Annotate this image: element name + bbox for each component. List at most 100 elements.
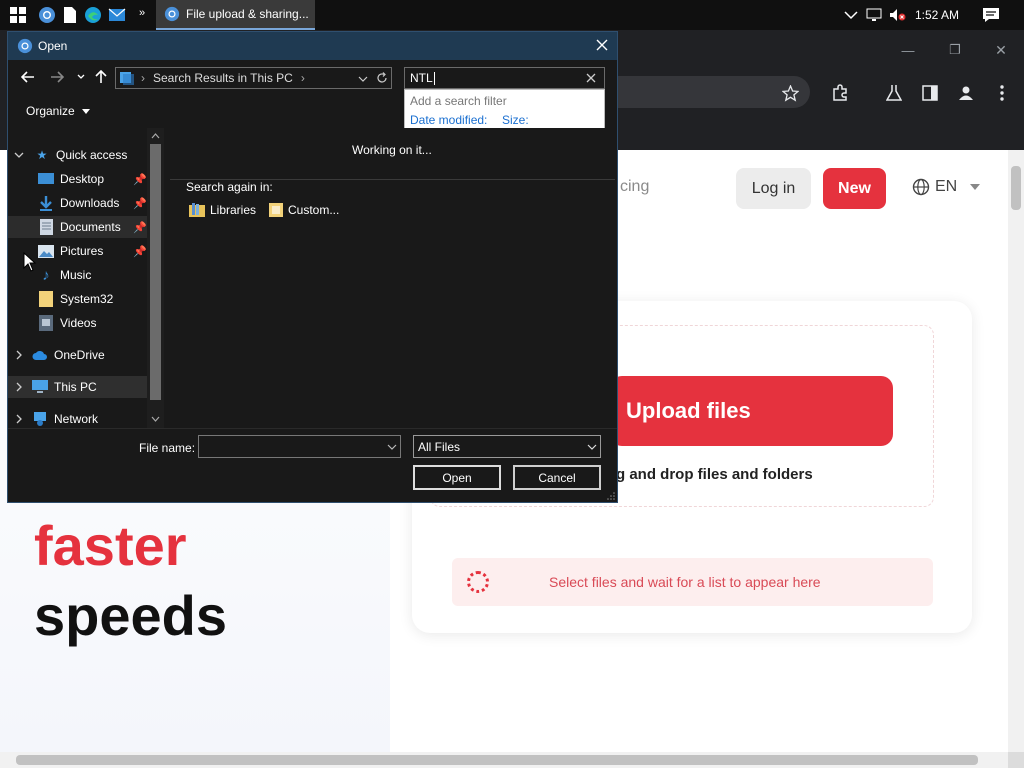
notification-icon[interactable] xyxy=(981,5,1001,25)
clock-time[interactable]: 1:52 AM xyxy=(915,8,959,22)
file-name-input[interactable] xyxy=(198,435,401,458)
search-filter-title: Add a search filter xyxy=(410,94,507,108)
forward-arrow-icon[interactable] xyxy=(48,68,66,86)
scroll-down-icon[interactable] xyxy=(151,416,160,422)
scroll-up-icon[interactable] xyxy=(151,133,160,139)
globe-icon xyxy=(912,178,930,196)
page-horizontal-scroll-thumb[interactable] xyxy=(16,755,978,765)
chevron-down-icon[interactable] xyxy=(387,444,397,450)
edge-icon[interactable] xyxy=(83,5,103,25)
chevron-down-icon xyxy=(970,184,981,190)
mail-icon[interactable] xyxy=(107,5,127,25)
address-box[interactable]: › Search Results in This PC › xyxy=(115,67,392,89)
organize-menu[interactable]: Organize xyxy=(26,104,91,118)
organize-label: Organize xyxy=(26,104,75,118)
pin-icon: 📌 xyxy=(133,245,147,258)
open-button[interactable]: Open xyxy=(413,465,501,490)
maximize-icon[interactable]: ❐ xyxy=(945,40,965,60)
overflow-chevrons-icon[interactable]: » xyxy=(132,3,152,23)
clear-search-icon[interactable] xyxy=(586,73,596,83)
cancel-button[interactable]: Cancel xyxy=(513,465,601,490)
extensions-icon[interactable] xyxy=(830,83,850,103)
pin-icon: 📌 xyxy=(133,173,147,186)
dialog-title: Open xyxy=(38,39,68,53)
login-button[interactable]: Log in xyxy=(736,168,811,209)
file-type-value: All Files xyxy=(418,439,461,454)
custom-label: Custom... xyxy=(288,203,340,217)
recent-chevron-down-icon[interactable] xyxy=(72,68,90,86)
filter-size[interactable]: Size: xyxy=(502,113,529,127)
search-filter-dropdown: Add a search filter Date modified: Size: xyxy=(404,89,605,133)
expand-chevron-icon[interactable] xyxy=(15,350,23,360)
file-icon[interactable] xyxy=(60,5,80,25)
chevron-up-icon[interactable] xyxy=(841,5,861,25)
libraries-label: Libraries xyxy=(210,203,257,217)
menu-dots-icon[interactable] xyxy=(992,83,1012,103)
minimize-icon[interactable]: — xyxy=(898,40,918,60)
profile-icon[interactable] xyxy=(956,83,976,103)
navigation-pane-scroll-thumb[interactable] xyxy=(150,144,161,400)
sidebar-item-videos[interactable]: Videos xyxy=(8,312,147,334)
sidebar-item-label: Documents xyxy=(60,220,121,234)
sidebar-item-this-pc[interactable]: This PC xyxy=(8,376,147,398)
sidebar-item-label: Pictures xyxy=(60,244,104,258)
sidebar-item-label: System32 xyxy=(60,292,114,306)
resize-grip-icon[interactable] xyxy=(607,492,615,500)
pin-icon: 📌 xyxy=(133,197,147,210)
windows-start-icon[interactable] xyxy=(8,5,28,25)
volume-muted-icon[interactable] xyxy=(888,5,908,25)
sidebar-item-onedrive[interactable]: OneDrive xyxy=(8,344,147,366)
new-button[interactable]: New xyxy=(823,168,886,209)
side-panel-icon[interactable] xyxy=(920,83,940,103)
text-caret xyxy=(433,71,435,85)
cloud-icon xyxy=(32,347,48,363)
computer-icon xyxy=(32,379,48,395)
sidebar-item-quick-access[interactable]: ★ Quick access xyxy=(8,144,147,166)
chrome-icon[interactable] xyxy=(37,5,57,25)
close-window-icon[interactable]: ✕ xyxy=(991,40,1011,60)
search-input[interactable]: NTL xyxy=(404,67,605,89)
file-type-select[interactable]: All Files xyxy=(413,435,601,458)
sidebar-item-system32[interactable]: System32 xyxy=(8,288,147,310)
upload-files-button[interactable]: Upload files xyxy=(610,376,893,446)
file-list-empty-text: Select files and wait for a list to appe… xyxy=(549,574,821,590)
expand-chevron-icon[interactable] xyxy=(15,382,23,392)
scrollbar-corner xyxy=(1008,752,1024,768)
search-again-libraries[interactable]: Libraries xyxy=(189,202,256,218)
search-again-label: Search again in: xyxy=(186,180,273,194)
active-task-chrome[interactable]: File upload & sharing... xyxy=(156,0,315,30)
expand-chevron-icon[interactable] xyxy=(15,414,23,424)
hero-line-faster: faster xyxy=(34,514,187,577)
filter-date-modified[interactable]: Date modified: xyxy=(410,113,487,127)
address-text: Search Results in This PC xyxy=(153,71,293,85)
search-again-custom[interactable]: Custom... xyxy=(269,202,339,218)
chrome-icon xyxy=(17,38,33,54)
sidebar-item-network[interactable]: Network xyxy=(8,408,147,430)
sidebar-item-downloads[interactable]: Downloads 📌 xyxy=(8,192,147,214)
desktop-icon xyxy=(38,171,54,187)
page-vertical-scrollbar[interactable] xyxy=(1008,150,1024,752)
language-label: EN xyxy=(935,178,958,195)
network-icon[interactable] xyxy=(864,5,884,25)
sidebar-item-desktop[interactable]: Desktop 📌 xyxy=(8,168,147,190)
expand-chevron-icon[interactable] xyxy=(14,151,24,159)
drag-drop-hint: g and drop files and folders xyxy=(616,466,813,483)
back-arrow-icon[interactable] xyxy=(19,68,37,86)
search-value: NTL xyxy=(410,71,433,85)
nav-pricing-link[interactable]: cing xyxy=(620,178,649,196)
address-dropdown-icon[interactable] xyxy=(358,76,368,82)
refresh-icon[interactable] xyxy=(376,72,388,84)
task-label: File upload & sharing... xyxy=(186,7,309,21)
language-selector[interactable]: EN xyxy=(912,178,981,196)
dialog-title-bar[interactable]: Open xyxy=(8,32,617,60)
labs-flask-icon[interactable] xyxy=(884,83,904,103)
sidebar-item-documents[interactable]: Documents 📌 xyxy=(8,216,147,238)
page-vertical-scroll-thumb[interactable] xyxy=(1011,166,1021,210)
star-icon[interactable] xyxy=(780,83,800,103)
file-list-pane[interactable] xyxy=(165,128,617,428)
folder-icon xyxy=(38,291,54,307)
chrome-icon xyxy=(164,6,180,22)
dialog-close-icon[interactable] xyxy=(592,35,612,55)
breadcrumb-separator-icon: › xyxy=(141,71,145,85)
up-arrow-icon[interactable] xyxy=(92,68,110,86)
